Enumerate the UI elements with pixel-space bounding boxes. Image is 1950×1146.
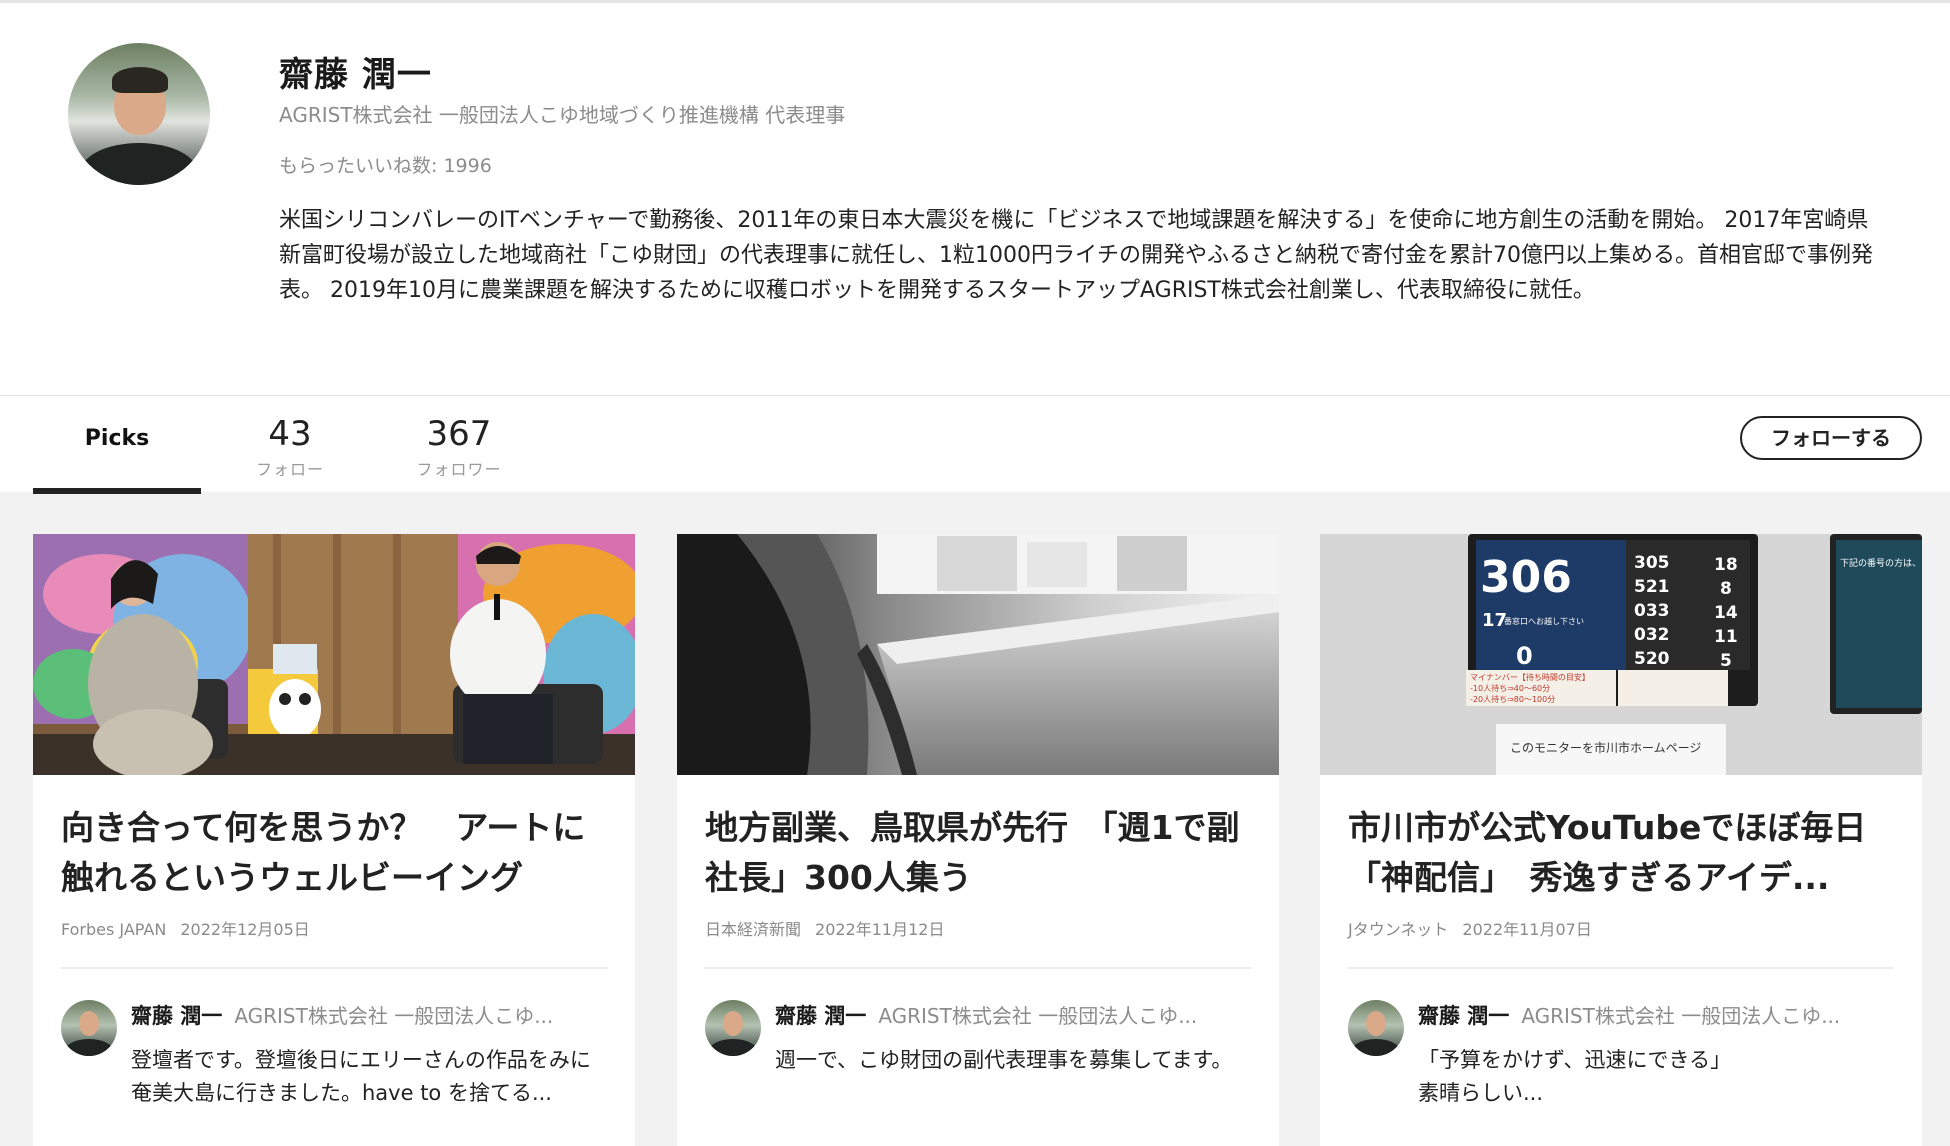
queue-row-b: 8 xyxy=(1720,579,1732,599)
queue-row-a: 305 xyxy=(1634,553,1670,573)
divider xyxy=(1348,967,1894,969)
queue-row-a: 520 xyxy=(1634,649,1670,669)
article-meta: Forbes JAPAN 2022年12月05日 xyxy=(61,916,310,940)
divider xyxy=(61,967,607,969)
picker-name[interactable]: 齋藤 潤一 xyxy=(775,1004,866,1028)
avatar-hair-shape xyxy=(112,67,168,93)
stage-talk-photo xyxy=(33,534,635,775)
office-chair-photo xyxy=(677,534,1279,775)
picker-avatar[interactable] xyxy=(1348,1000,1404,1056)
picker-affiliation: AGRIST株式会社 一般団法人こゆ... xyxy=(234,1004,554,1028)
avatar-body-shape xyxy=(709,1039,757,1056)
avatar-face-shape xyxy=(1366,1011,1386,1036)
article-title[interactable]: 地方副業、鳥取県が先行 「週1で副社長」300人集う xyxy=(705,803,1255,903)
profile-likes-count: もらったいいね数: 1996 xyxy=(279,155,492,177)
queue-row-a: 032 xyxy=(1634,625,1670,645)
pick-card[interactable]: 向き合って何を思うか？ アートに触れるというウェルビーイング Forbes JA… xyxy=(33,534,635,1146)
picker-name[interactable]: 齋藤 潤一 xyxy=(131,1004,222,1028)
avatar-body-shape xyxy=(80,143,198,185)
pick-comment[interactable]: 週一で、こゆ財団の副代表理事を募集してます。 xyxy=(775,1044,1253,1110)
article-meta: Jタウンネット 2022年11月07日 xyxy=(1348,916,1592,940)
article-thumbnail[interactable] xyxy=(33,534,635,775)
queue-notice-line: このモニターを市川市ホームページ xyxy=(1510,740,1701,755)
avatar-body-shape xyxy=(65,1039,113,1056)
following-label: フォロー xyxy=(255,460,324,479)
profile-tabs: Picks 43 フォロー 367 フォロワー フォローする xyxy=(0,395,1950,494)
article-title[interactable]: 市川市が公式YouTubeでほぼ毎日「神配信」 秀逸すぎるアイデ... xyxy=(1348,803,1898,903)
picker-affiliation: AGRIST株式会社 一般団法人こゆ... xyxy=(878,1004,1198,1028)
picker-avatar[interactable] xyxy=(61,1000,117,1056)
article-title[interactable]: 向き合って何を思うか？ アートに触れるというウェルビーイング xyxy=(61,803,611,903)
queue-row-b: 11 xyxy=(1714,627,1738,647)
article-meta: 日本経済新聞 2022年11月12日 xyxy=(705,916,944,940)
article-thumbnail[interactable] xyxy=(677,534,1279,775)
queue-notice-line: -20人待ち⇒80〜100分 xyxy=(1470,694,1555,704)
picker-name[interactable]: 齋藤 潤一 xyxy=(1418,1004,1509,1028)
article-thumbnail[interactable]: 306 17 番窓口へお越し下さい 0 305 18 521 8 033 14 … xyxy=(1320,534,1922,775)
following-count: 43 xyxy=(268,414,312,454)
queue-row-b: 14 xyxy=(1714,603,1738,623)
queue-row-a: 033 xyxy=(1634,601,1670,621)
tab-followers[interactable]: 367 フォロワー xyxy=(412,414,506,480)
picker-affiliation: AGRIST株式会社 一般団法人こゆ... xyxy=(1521,1004,1841,1028)
article-source: 日本経済新聞 xyxy=(705,920,802,939)
article-source: Jタウンネット xyxy=(1348,920,1449,939)
avatar-body-shape xyxy=(1352,1039,1400,1056)
pick-card[interactable]: 地方副業、鳥取県が先行 「週1で副社長」300人集う 日本経済新聞 2022年11… xyxy=(677,534,1279,1146)
tab-active-indicator xyxy=(33,488,201,494)
tab-picks[interactable]: Picks xyxy=(33,396,201,494)
queue-row-b: 18 xyxy=(1714,555,1738,575)
profile-header: 齋藤 潤一 AGRIST株式会社 一般団法人こゆ地域づくり推進機構 代表理事 も… xyxy=(0,0,1950,395)
queue-notice-line: マイナンバー【待ち時間の目安】 xyxy=(1470,672,1590,682)
picker-header: 齋藤 潤一 AGRIST株式会社 一般団法人こゆ... xyxy=(131,1000,615,1030)
avatar-face-shape xyxy=(79,1011,99,1036)
article-date: 2022年12月05日 xyxy=(180,920,310,939)
profile-bio: 米国シリコンバレーのITベンチャーで勤務後、2011年の東日本大震災を機に「ビジ… xyxy=(279,208,1873,303)
profile-name: 齋藤 潤一 xyxy=(279,55,432,95)
avatar-face-shape xyxy=(723,1011,743,1036)
queue-row-a: 521 xyxy=(1634,577,1670,597)
tab-following[interactable]: 43 フォロー xyxy=(248,414,332,480)
followers-count: 367 xyxy=(426,414,492,454)
queue-row-b: 5 xyxy=(1720,651,1732,671)
article-source: Forbes JAPAN xyxy=(61,920,167,939)
queue-notice-line: -10人待ち⇒40〜60分 xyxy=(1470,683,1550,693)
pick-comment[interactable]: 「予算をかけず、迅速にできる」 素晴らしい... xyxy=(1418,1044,1896,1110)
article-date: 2022年11月07日 xyxy=(1462,920,1592,939)
article-date: 2022年11月12日 xyxy=(815,920,945,939)
pick-card[interactable]: 306 17 番窓口へお越し下さい 0 305 18 521 8 033 14 … xyxy=(1320,534,1922,1146)
picker-header: 齋藤 潤一 AGRIST株式会社 一般団法人こゆ... xyxy=(1418,1000,1902,1030)
followers-label: フォロワー xyxy=(416,460,502,479)
queue-counter-text: 番窓口へお越し下さい xyxy=(1504,616,1584,626)
queue-current-number: 306 xyxy=(1480,552,1572,603)
picker-header: 齋藤 潤一 AGRIST株式会社 一般団法人こゆ... xyxy=(775,1000,1259,1030)
queue-zero: 0 xyxy=(1516,642,1533,670)
tab-picks-label: Picks xyxy=(84,426,150,451)
profile-avatar[interactable] xyxy=(68,43,210,185)
follow-button[interactable]: フォローする xyxy=(1740,416,1922,460)
profile-affiliation: AGRIST株式会社 一般団法人こゆ地域づくり推進機構 代表理事 xyxy=(279,103,846,127)
queue-side-text: 下記の番号の方は、 xyxy=(1840,557,1921,569)
pick-comment[interactable]: 登壇者です。登壇後日にエリーさんの作品をみに奄美大島に行きました。have to… xyxy=(131,1044,609,1110)
picker-avatar[interactable] xyxy=(705,1000,761,1056)
queue-monitor-photo: 306 17 番窓口へお越し下さい 0 305 18 521 8 033 14 … xyxy=(1320,534,1922,775)
divider xyxy=(705,967,1251,969)
